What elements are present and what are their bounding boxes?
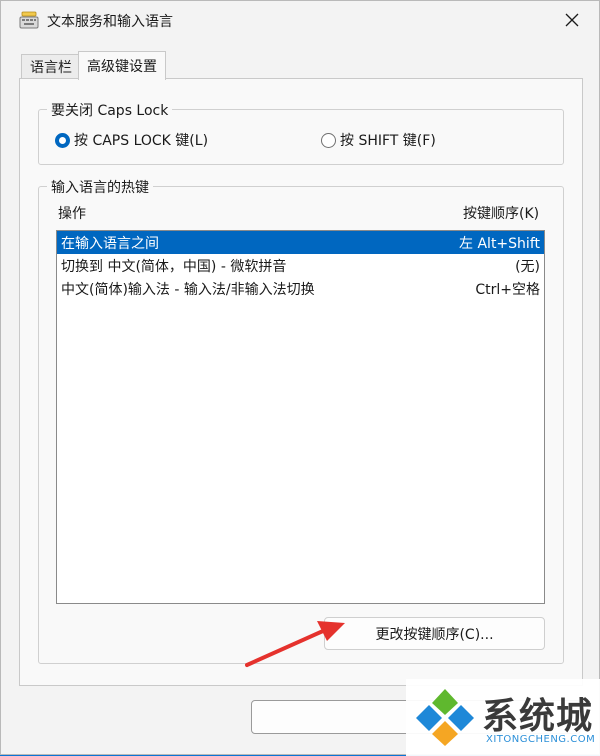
list-item[interactable]: 在输入语言之间 左 Alt+Shift xyxy=(57,231,544,254)
tab-label: 高级键设置 xyxy=(87,59,157,75)
title-bar: 文本服务和输入语言 xyxy=(1,1,599,39)
list-item[interactable]: 中文(简体)输入法 - 输入法/非输入法切换 Ctrl+空格 xyxy=(57,277,544,300)
radio-shift-key[interactable]: 按 SHIFT 键(F) xyxy=(321,130,436,150)
radio-label: 按 CAPS LOCK 键(L) xyxy=(74,133,209,149)
list-item-sequence: Ctrl+空格 xyxy=(475,281,540,298)
radio-unchecked-icon xyxy=(321,132,336,148)
column-header-key-sequence[interactable]: 按键顺序(K) xyxy=(463,203,539,223)
list-item-action: 在输入语言之间 xyxy=(61,235,159,252)
watermark-url: XITONGCHENG.COM xyxy=(486,734,596,745)
xitongcheng-logo-icon xyxy=(416,689,474,746)
list-item-action: 切换到 中文(简体，中国) - 微软拼音 xyxy=(61,258,287,275)
column-header-action[interactable]: 操作 xyxy=(58,203,86,223)
tab-language-bar[interactable]: 语言栏 xyxy=(21,54,81,79)
watermark: 系统城 XITONGCHENG.COM xyxy=(406,679,600,756)
list-item-sequence: (无) xyxy=(515,258,540,275)
tab-advanced-key-settings[interactable]: 高级键设置 xyxy=(78,51,166,80)
list-item[interactable]: 切换到 中文(简体，中国) - 微软拼音 (无) xyxy=(57,254,544,277)
tab-panel: 要关闭 Caps Lock 按 CAPS LOCK 键(L) 按 SHIFT 键… xyxy=(19,78,583,686)
radio-label: 按 SHIFT 键(F) xyxy=(340,133,436,149)
caps-lock-legend: 要关闭 Caps Lock xyxy=(47,100,173,120)
button-label: 更改按键顺序(C)... xyxy=(375,626,494,643)
dialog-window: 文本服务和输入语言 语言栏 高级键设置 要关闭 Caps Lock 按 CAPS… xyxy=(0,0,600,756)
radio-checked-icon xyxy=(55,132,70,148)
tab-label: 语言栏 xyxy=(30,60,72,76)
list-item-action: 中文(简体)输入法 - 输入法/非输入法切换 xyxy=(61,281,315,298)
close-button[interactable] xyxy=(559,7,585,33)
close-icon xyxy=(565,13,579,27)
annotation-arrow-icon xyxy=(245,621,345,667)
keyboard-icon xyxy=(19,11,39,29)
list-item-sequence: 左 Alt+Shift xyxy=(459,235,540,252)
watermark-text: 系统城 xyxy=(482,696,594,737)
change-key-sequence-button[interactable]: 更改按键顺序(C)... xyxy=(324,617,545,650)
radio-caps-lock-key[interactable]: 按 CAPS LOCK 键(L) xyxy=(55,130,208,150)
caps-lock-group: 要关闭 Caps Lock 按 CAPS LOCK 键(L) 按 SHIFT 键… xyxy=(38,100,564,165)
hotkey-listbox[interactable]: 在输入语言之间 左 Alt+Shift 切换到 中文(简体，中国) - 微软拼音… xyxy=(56,230,545,604)
window-title: 文本服务和输入语言 xyxy=(47,14,173,30)
hotkeys-legend: 输入语言的热键 xyxy=(47,177,153,197)
